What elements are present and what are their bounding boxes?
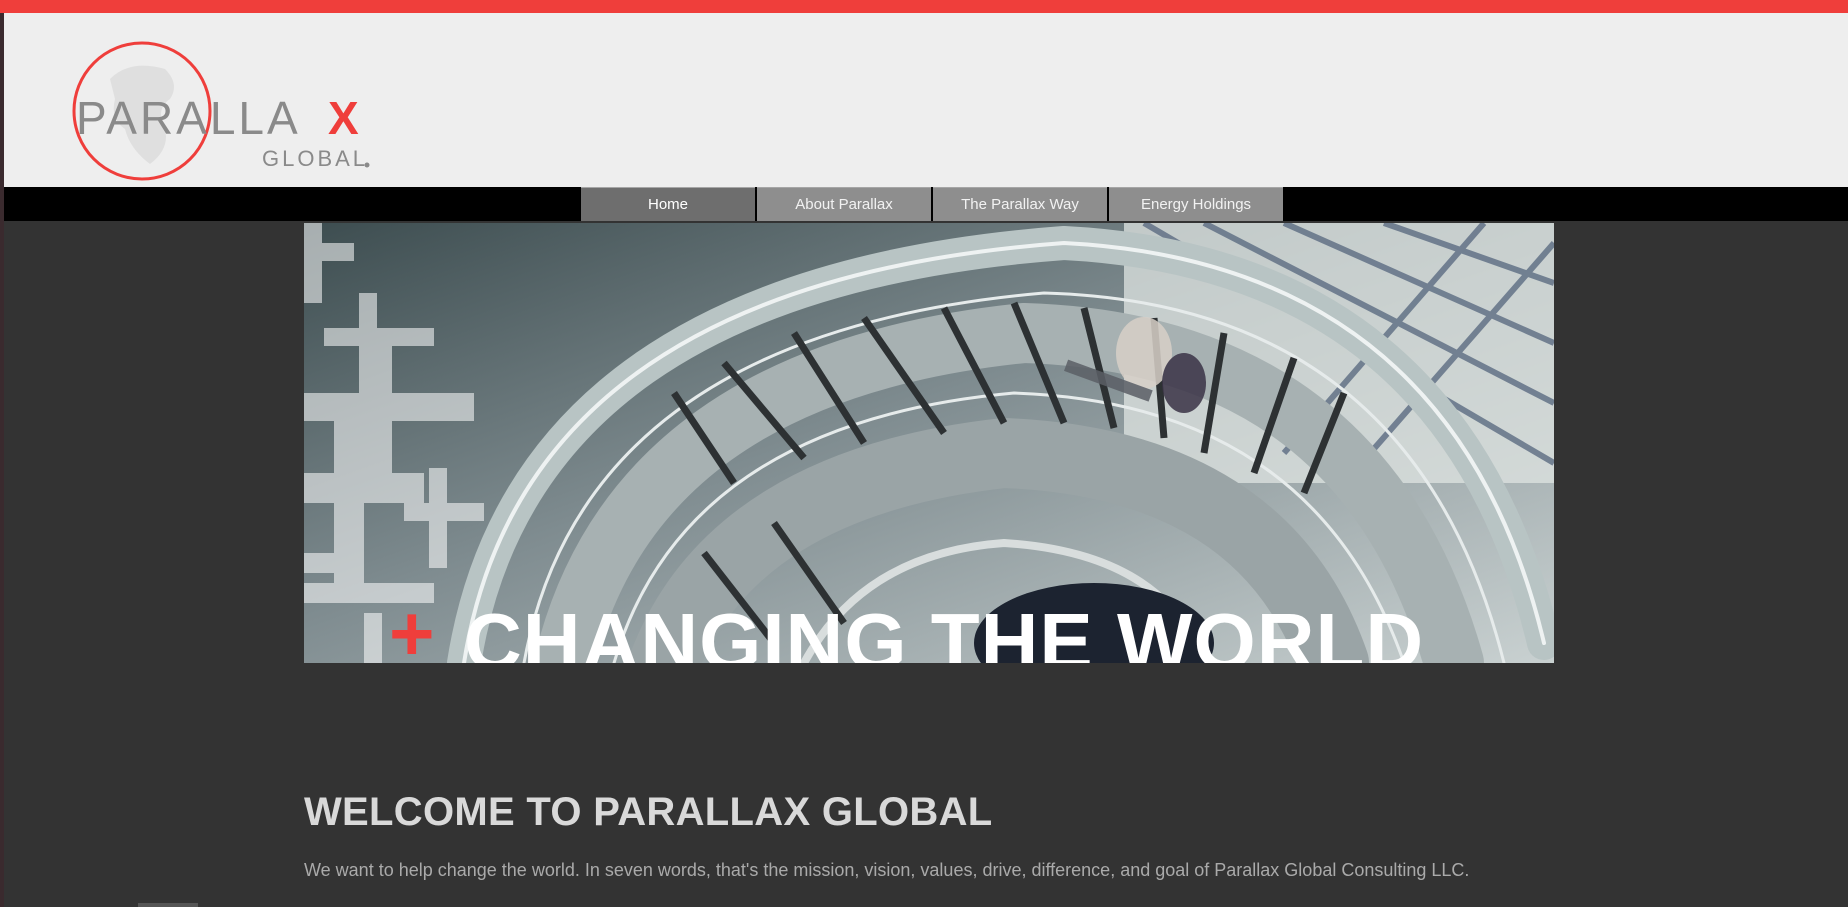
site-header: PARALLA X GLOBAL	[4, 13, 1848, 187]
nav-menu: Home About Parallax The Parallax Way Ene…	[581, 187, 1285, 221]
site-logo[interactable]: PARALLA X GLOBAL	[70, 39, 390, 189]
nav-item-energy-holdings[interactable]: Energy Holdings	[1109, 187, 1283, 221]
intro-paragraph: We want to help change the world. In sev…	[304, 860, 1470, 880]
hero-caption: CHANGING THE WORLD	[464, 597, 1424, 663]
logo-mark: PARALLA X GLOBAL	[72, 41, 370, 181]
main-navigation: Home About Parallax The Parallax Way Ene…	[4, 187, 1848, 221]
nav-item-home[interactable]: Home	[581, 187, 755, 221]
page-title: WELCOME TO PARALLAX GLOBAL	[304, 790, 993, 834]
scroll-indicator	[138, 903, 198, 907]
top-accent-strip	[0, 0, 1848, 13]
hero-caption-plus: +	[389, 589, 435, 663]
nav-item-parallax-way[interactable]: The Parallax Way	[933, 187, 1107, 221]
hero-banner: + CHANGING THE WORLD	[304, 223, 1554, 663]
logo-wordmark: PARALLA	[76, 92, 301, 144]
logo-x: X	[328, 92, 359, 144]
logo-subtitle: GLOBAL	[262, 146, 368, 171]
nav-item-about[interactable]: About Parallax	[757, 187, 931, 221]
hero-image: + CHANGING THE WORLD	[304, 223, 1554, 663]
page: PARALLA X GLOBAL Home About Parallax The…	[0, 0, 1848, 907]
